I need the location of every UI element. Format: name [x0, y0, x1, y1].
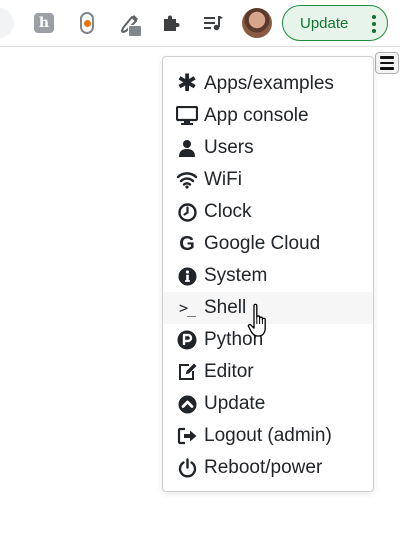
menu-item-clock[interactable]: Clock [163, 196, 373, 228]
wifi-icon [176, 169, 198, 191]
menu-item-apps-examples[interactable]: ✱ Apps/examples [163, 68, 373, 100]
browser-toolbar: h Update [0, 0, 400, 47]
menu-item-logout[interactable]: Logout (admin) [163, 420, 373, 452]
media-control-icon[interactable] [199, 9, 227, 37]
chevron-up-circle-icon [176, 393, 198, 415]
browser-update-button[interactable]: Update [282, 5, 388, 41]
h-extension-icon[interactable]: h [30, 9, 58, 37]
menu-item-label: Apps/examples [204, 73, 334, 94]
menu-item-editor[interactable]: Editor [163, 356, 373, 388]
sign-out-icon [176, 425, 198, 447]
menu-item-label: Clock [204, 201, 252, 222]
python-p-icon [176, 329, 198, 351]
eyedropper-extension-icon[interactable] [116, 9, 144, 37]
menu-item-label: Update [204, 393, 266, 414]
terminal-prompt-icon: >_ [178, 299, 196, 317]
profile-avatar[interactable] [242, 8, 272, 38]
monitor-icon [176, 105, 198, 127]
kebab-menu-icon[interactable] [371, 15, 377, 33]
edit-icon [176, 361, 198, 383]
menu-item-reboot-power[interactable]: Reboot/power [163, 452, 373, 484]
menu-item-label: Shell [204, 297, 247, 318]
menu-item-label: Users [204, 137, 254, 158]
puzzle-extensions-icon[interactable] [157, 9, 185, 37]
menu-item-system[interactable]: System [163, 260, 373, 292]
dropdown-menu: ✱ Apps/examples App console Users WiFi C… [162, 56, 374, 492]
menu-item-label: Logout (admin) [204, 425, 332, 446]
power-icon [176, 457, 198, 479]
menu-item-update[interactable]: Update [163, 388, 373, 420]
menu-item-wifi[interactable]: WiFi [163, 164, 373, 196]
asterisk-icon: ✱ [176, 70, 198, 97]
address-bar[interactable] [0, 8, 14, 38]
pill-extension-icon[interactable] [73, 9, 101, 37]
hamburger-menu-button[interactable] [375, 52, 399, 74]
menu-item-label: Editor [204, 361, 254, 382]
hand-pointer-cursor-icon [247, 303, 266, 337]
menu-item-label: Reboot/power [204, 457, 323, 478]
user-icon [176, 137, 198, 159]
clock-icon [176, 201, 198, 223]
menu-item-label: System [204, 265, 268, 286]
update-button-label: Update [300, 14, 349, 32]
menu-item-google-cloud[interactable]: G Google Cloud [163, 228, 373, 260]
info-icon [176, 265, 198, 287]
menu-item-app-console[interactable]: App console [163, 100, 373, 132]
google-icon: G [179, 233, 195, 255]
menu-item-label: WiFi [204, 169, 242, 190]
menu-item-label: App console [204, 105, 309, 126]
menu-item-label: Google Cloud [204, 233, 321, 254]
menu-item-users[interactable]: Users [163, 132, 373, 164]
